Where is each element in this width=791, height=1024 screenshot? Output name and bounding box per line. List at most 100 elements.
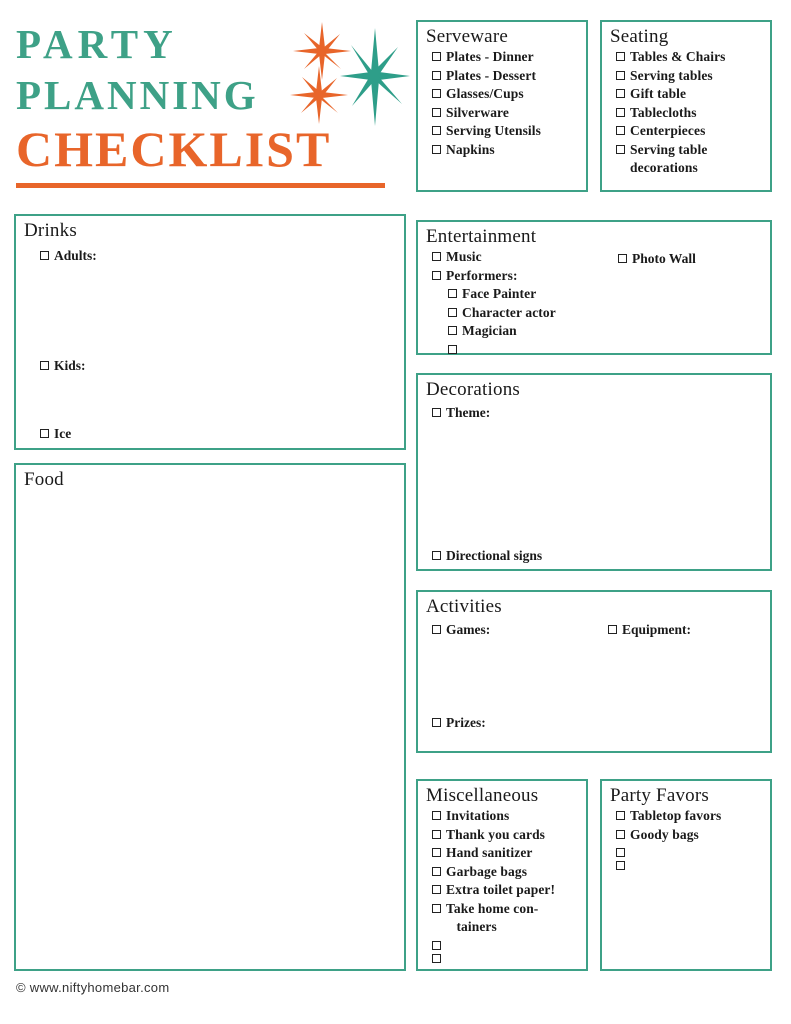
checklist-item[interactable]: Magician — [448, 322, 770, 341]
checkbox-icon[interactable] — [432, 848, 441, 857]
checklist-item[interactable]: Serving tables — [616, 67, 770, 86]
checkbox-icon[interactable] — [616, 811, 625, 820]
checkbox-icon[interactable] — [40, 361, 49, 370]
checklist-item-blank[interactable] — [432, 937, 586, 950]
checkbox-icon[interactable] — [616, 52, 625, 61]
checkbox-icon[interactable] — [432, 107, 441, 117]
checklist-item[interactable]: Garbage bags — [432, 863, 586, 882]
checkbox-icon[interactable] — [432, 126, 441, 135]
checklist-item[interactable]: Silverware — [432, 104, 586, 123]
checklist-item[interactable]: Character actor — [448, 304, 770, 323]
checklist-item-equipment[interactable]: Equipment: — [608, 621, 691, 640]
section-decorations: Decorations Theme: Directional signs — [416, 373, 772, 571]
checkbox-icon[interactable] — [616, 89, 625, 98]
checklist-item[interactable]: Glasses/Cups — [432, 85, 586, 104]
checkbox-icon[interactable] — [432, 89, 441, 98]
checkbox-icon[interactable] — [432, 829, 441, 839]
checklist-item-blank[interactable] — [432, 950, 586, 963]
checklist-item-ice[interactable]: Ice — [40, 425, 71, 444]
checklist-item-performers[interactable]: Performers: — [432, 267, 770, 286]
checkbox-icon[interactable] — [616, 144, 625, 154]
checkbox-icon[interactable] — [616, 861, 625, 870]
checklist-item[interactable]: Plates - Dessert — [432, 67, 586, 86]
checkbox-icon[interactable] — [432, 408, 441, 417]
checklist-item-blank[interactable] — [616, 857, 770, 870]
checklist-item[interactable]: Hand sanitizer — [432, 844, 586, 863]
checklist-item[interactable]: Napkins — [432, 141, 586, 160]
checklist-item[interactable]: Goody bags — [616, 826, 770, 845]
checklist-item-adults[interactable]: Adults: — [40, 247, 97, 266]
section-seating: Seating Tables & Chairs Serving tables G… — [600, 20, 772, 192]
checklist-item-photo-wall[interactable]: Photo Wall — [618, 250, 696, 269]
checkbox-icon[interactable] — [432, 953, 441, 963]
checklist-item[interactable]: Invitations — [432, 807, 586, 826]
checklist-item[interactable]: Thank you cards — [432, 826, 586, 845]
section-title-party-favors: Party Favors — [610, 785, 709, 806]
section-title-serveware: Serveware — [426, 26, 508, 47]
checkbox-icon[interactable] — [448, 326, 457, 335]
checkbox-icon[interactable] — [432, 866, 441, 876]
checkbox-icon[interactable] — [616, 126, 625, 135]
checklist-party-favors: Tabletop favors Goody bags — [602, 807, 770, 870]
checklist-item-blank[interactable] — [448, 341, 770, 354]
title-underline-rule — [16, 183, 385, 188]
checkbox-icon[interactable] — [432, 940, 441, 950]
checkbox-icon[interactable] — [616, 107, 625, 117]
checklist-item[interactable]: Tabletop favors — [616, 807, 770, 826]
checkbox-icon[interactable] — [448, 344, 457, 354]
checklist-item-theme[interactable]: Theme: — [432, 404, 490, 423]
checkbox-icon[interactable] — [432, 903, 441, 913]
checklist-item[interactable]: Tables & Chairs — [616, 48, 770, 67]
checkbox-icon[interactable] — [40, 429, 49, 438]
checkbox-icon[interactable] — [616, 848, 625, 857]
checkbox-icon[interactable] — [432, 551, 441, 560]
checkbox-icon[interactable] — [618, 254, 627, 263]
checkbox-icon[interactable] — [448, 307, 457, 317]
checkbox-icon[interactable] — [432, 70, 441, 80]
checkbox-icon[interactable] — [432, 252, 441, 261]
checkbox-icon[interactable] — [432, 811, 441, 820]
checkbox-icon[interactable] — [432, 270, 441, 280]
starburst-decoration-icon — [290, 22, 410, 126]
checklist-item[interactable]: Plates - Dinner — [432, 48, 586, 67]
checkbox-icon[interactable] — [432, 718, 441, 727]
section-drinks: Drinks Adults: Kids: Ice — [14, 214, 406, 450]
checklist-serveware: Plates - Dinner Plates - Dessert Glasses… — [418, 48, 586, 159]
checklist-item[interactable]: Serving table decorations — [616, 141, 770, 178]
section-title-food: Food — [24, 469, 64, 490]
checklist-item-games[interactable]: Games: — [432, 621, 490, 640]
checklist-item[interactable]: Face Painter — [448, 285, 770, 304]
checklist-item[interactable]: Gift table — [616, 85, 770, 104]
checkbox-icon[interactable] — [432, 885, 441, 894]
checklist-item-music[interactable]: Music — [432, 248, 770, 267]
checklist-item[interactable]: Take home con- tainers — [432, 900, 586, 937]
checklist-item-directional-signs[interactable]: Directional signs — [432, 547, 542, 566]
checklist-item-prizes[interactable]: Prizes: — [432, 714, 486, 733]
section-party-favors: Party Favors Tabletop favors Goody bags — [600, 779, 772, 971]
checklist-item[interactable]: Centerpieces — [616, 122, 770, 141]
checklist-entertainment: Music Performers: Face Painter Character… — [418, 248, 770, 354]
section-miscellaneous: Miscellaneous Invitations Thank you card… — [416, 779, 588, 971]
page-header: PARTY PLANNING CHECKLIST — [14, 14, 410, 200]
section-title-activities: Activities — [426, 596, 502, 617]
checkbox-icon[interactable] — [40, 251, 49, 260]
section-entertainment: Entertainment Music Performers: Face Pai… — [416, 220, 772, 355]
checkbox-icon[interactable] — [432, 52, 441, 61]
checklist-item-kids[interactable]: Kids: — [40, 357, 86, 376]
checkbox-icon[interactable] — [432, 625, 441, 634]
checklist-seating: Tables & Chairs Serving tables Gift tabl… — [602, 48, 770, 178]
section-title-decorations: Decorations — [426, 379, 520, 400]
checkbox-icon[interactable] — [448, 289, 457, 298]
checklist-item[interactable]: Tablecloths — [616, 104, 770, 123]
checklist-item[interactable]: Serving Utensils — [432, 122, 586, 141]
checkbox-icon[interactable] — [608, 625, 617, 634]
checkbox-icon[interactable] — [616, 70, 625, 80]
checkbox-icon[interactable] — [616, 829, 625, 839]
section-food: Food — [14, 463, 406, 971]
checklist-miscellaneous: Invitations Thank you cards Hand sanitiz… — [418, 807, 586, 963]
checkbox-icon[interactable] — [432, 144, 441, 154]
footer-copyright: © www.niftyhomebar.com — [16, 980, 170, 995]
checklist-item[interactable]: Extra toilet paper! — [432, 881, 586, 900]
checklist-item-blank[interactable] — [616, 844, 770, 857]
section-serveware: Serveware Plates - Dinner Plates - Desse… — [416, 20, 588, 192]
